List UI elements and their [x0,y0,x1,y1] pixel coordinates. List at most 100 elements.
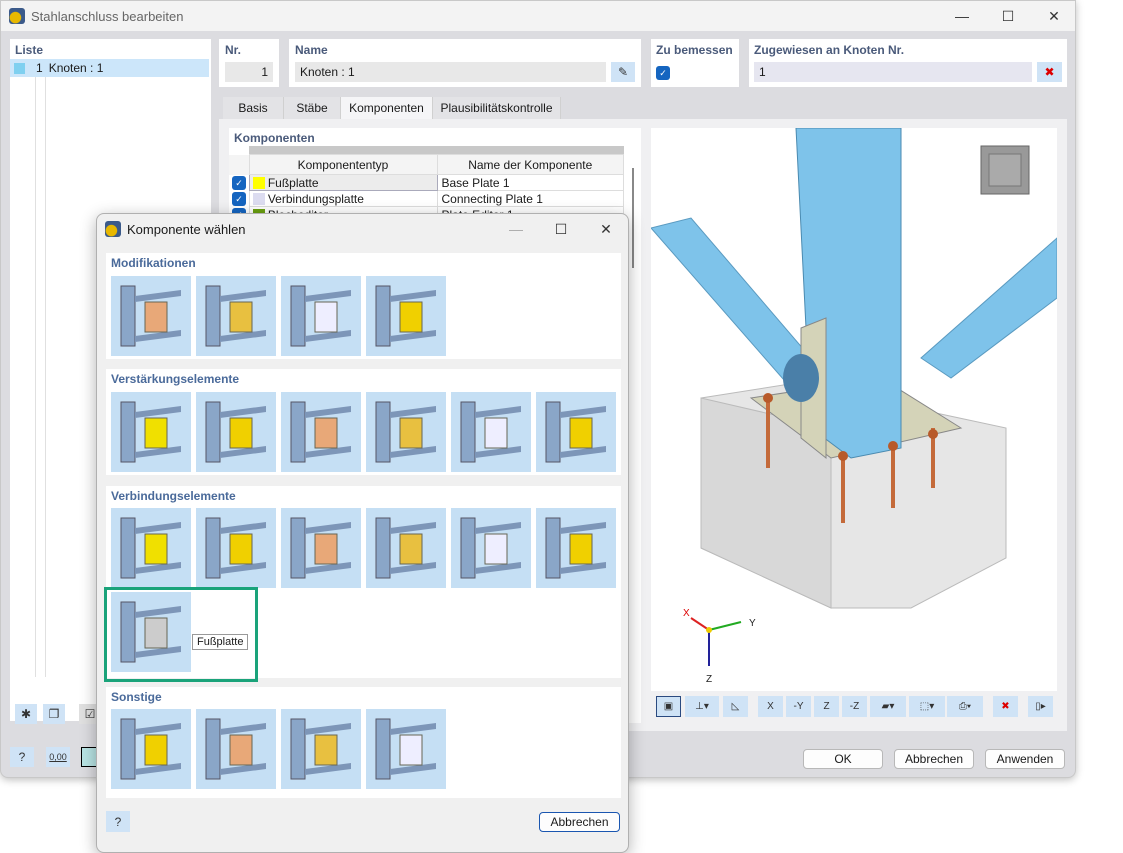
component-thumbnail[interactable] [281,508,361,588]
dialog-minimize-button[interactable]: — [493,214,539,244]
name-field[interactable]: Knoten : 1 [295,62,606,82]
app-icon [105,221,121,237]
component-thumbnail[interactable] [451,508,531,588]
component-thumbnail[interactable] [281,276,361,356]
axis-x-label: X [683,608,690,619]
name-panel: Name Knoten : 1 ✎ [289,39,641,87]
components-title: Komponenten [234,131,315,145]
section-title: Sonstige [111,690,162,704]
tab-basis[interactable]: Basis [223,97,284,119]
nr-panel: Nr. 1 [219,39,279,87]
component-name: Base Plate 1 [436,174,624,191]
view-z-icon[interactable]: Z [814,696,839,717]
color-swatch [252,177,265,190]
column-header-name[interactable]: Name der Komponente [436,154,624,175]
print-icon[interactable]: ⎙▾ [947,696,983,717]
design-checkbox[interactable]: ✓ [656,66,670,80]
help-icon[interactable]: ? [10,747,34,767]
axis-z-label: Z [706,674,712,685]
ok-button[interactable]: OK [803,749,883,769]
component-thumbnail[interactable] [111,508,191,588]
component-type: Verbindungsplatte [267,191,364,206]
dialog-cancel-button[interactable]: Abbrechen [539,812,620,832]
steel-joint-model: X Y Z [651,128,1057,685]
component-thumbnail[interactable] [111,709,191,789]
view-cube[interactable] [980,145,1030,195]
view-x-icon[interactable]: X [758,696,783,717]
pick-node-icon[interactable]: ✖ [1037,62,1062,82]
close-button[interactable]: ✕ [1031,1,1077,31]
3d-view[interactable]: X Y Z [651,128,1057,691]
assigned-label: Zugewiesen an Knoten Nr. [754,43,905,57]
component-type: Fußplatte [267,175,319,190]
view-mode-icon[interactable]: ▣ [656,696,681,717]
assigned-node-field[interactable]: 1 [754,62,1032,82]
component-thumbnail[interactable] [111,276,191,356]
scrollbar[interactable] [632,168,634,268]
select-component-dialog: Komponente wählen — ☐ ✕ Modifikationen V… [96,213,629,853]
component-thumbnail[interactable] [196,709,276,789]
dialog-help-icon[interactable]: ? [106,811,130,832]
nr-label: Nr. [225,43,242,57]
title-bar: Stahlanschluss bearbeiten [1,1,1075,31]
coordinate-system-icon[interactable]: ⊥▾ [685,696,719,717]
dialog-maximize-button[interactable]: ☐ [538,214,584,244]
dialog-close-button[interactable]: ✕ [583,214,629,244]
app-icon [9,8,25,24]
component-thumbnail[interactable] [366,276,446,356]
window-title: Stahlanschluss bearbeiten [31,8,184,24]
row-checkbox[interactable]: ✓ [232,175,246,190]
apply-button[interactable]: Anwenden [985,749,1065,769]
design-label: Zu bemessen [656,43,733,57]
design-panel: Zu bemessen ✓ [651,39,739,87]
cancel-button[interactable]: Abbrechen [894,749,974,769]
view-neg-z-icon[interactable]: -Z [842,696,867,717]
nr-field[interactable]: 1 [225,62,273,82]
panel-toggle-icon[interactable]: ▯▸ [1028,696,1053,717]
view-neg-y-icon[interactable]: -Y [786,696,811,717]
section-title: Verstärkungselemente [111,372,240,386]
axis-y-label: Y [749,618,756,629]
maximize-button[interactable]: ☐ [985,1,1031,31]
tooltip: Fußplatte [192,634,249,650]
dialog-title: Komponente wählen [127,221,246,237]
copy-item-icon[interactable]: ❐ [43,704,65,724]
row-checkbox[interactable]: ✓ [232,191,246,206]
color-swatch [252,193,265,206]
component-thumbnail[interactable] [111,392,191,472]
visibility-icon[interactable]: ◺ [723,696,748,717]
tab-plausibilitaetskontrolle[interactable]: Plausibilitätskontrolle [433,97,561,119]
name-label: Name [295,43,328,57]
column-header-type[interactable]: Komponententyp [248,154,438,175]
table-row[interactable]: ✓ Fußplatte Base Plate 1 [229,174,624,191]
section-title: Modifikationen [111,256,196,270]
component-name: Connecting Plate 1 [436,190,624,207]
component-thumbnail[interactable] [196,392,276,472]
reset-zoom-icon[interactable]: ✖ [993,696,1018,717]
component-thumbnail[interactable] [536,508,616,588]
component-thumbnail[interactable] [366,709,446,789]
tab-komponenten[interactable]: Komponenten [341,97,433,119]
assigned-panel: Zugewiesen an Knoten Nr. 1 ✖ [749,39,1067,87]
list-item-label: Knoten : 1 [48,61,104,75]
new-item-icon[interactable]: ✱ [15,704,37,724]
list-item[interactable]: 1 Knoten : 1 [10,59,209,77]
component-thumbnail[interactable] [366,508,446,588]
axis-triad: X Y Z [683,608,756,685]
minimize-button[interactable]: — [939,1,985,31]
table-row[interactable]: ✓ Verbindungsplatte Connecting Plate 1 [229,190,624,207]
component-thumbnail[interactable] [196,276,276,356]
color-swatch [14,62,25,74]
component-thumbnail[interactable] [281,709,361,789]
tab-staebe[interactable]: Stäbe [284,97,341,119]
units-icon[interactable]: 0,00 [46,747,70,767]
edit-name-icon[interactable]: ✎ [611,62,635,82]
component-thumbnail[interactable] [451,392,531,472]
wireframe-icon[interactable]: ⬚▾ [909,696,945,717]
component-thumbnail[interactable] [366,392,446,472]
component-thumbnail[interactable] [281,392,361,472]
list-header: Liste [15,43,44,57]
component-thumbnail[interactable] [196,508,276,588]
component-thumbnail[interactable] [536,392,616,472]
render-mode-icon[interactable]: ▰▾ [870,696,906,717]
